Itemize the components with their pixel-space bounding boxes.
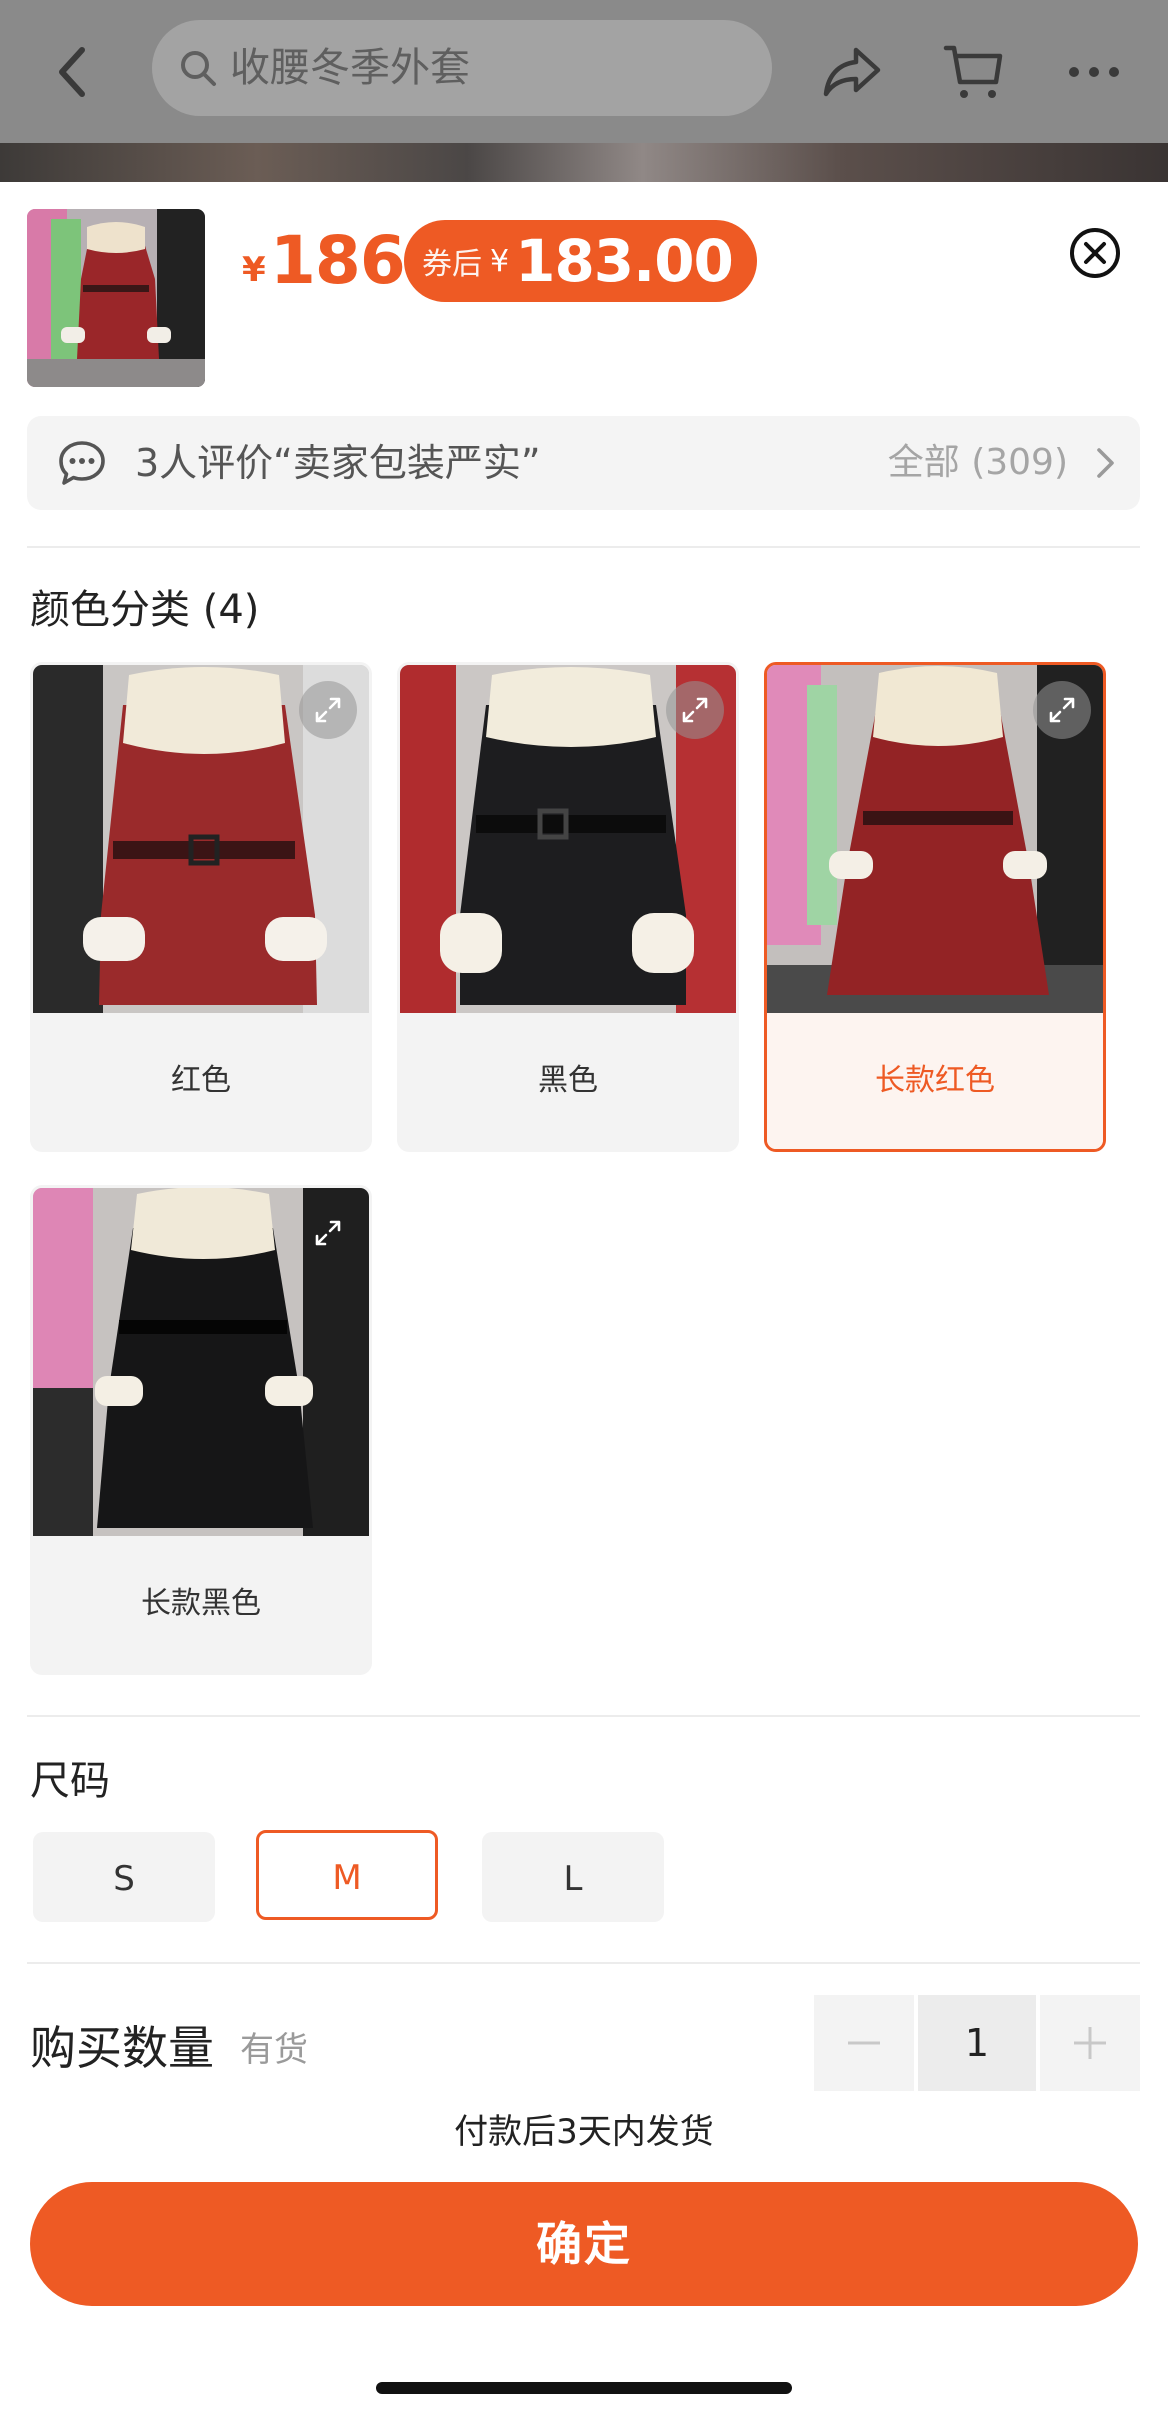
color-option-label: 红色	[33, 1013, 369, 1149]
price: 186	[270, 222, 406, 299]
close-icon[interactable]	[1068, 226, 1122, 280]
product-image-background	[0, 143, 1168, 183]
search-placeholder: 收腰冬季外套	[230, 45, 470, 91]
product-thumbnail[interactable]	[27, 209, 205, 387]
confirm-button[interactable]: 确定	[30, 2182, 1138, 2306]
divider	[27, 1962, 1140, 1964]
color-option-black[interactable]: 黑色	[397, 662, 739, 1152]
review-count-link[interactable]: 全部 (309)	[888, 416, 1068, 510]
search-icon	[181, 51, 216, 86]
minus-icon	[848, 2041, 880, 2045]
color-option-label: 长款黑色	[33, 1536, 369, 1672]
color-option-label: 长款红色	[767, 1013, 1103, 1149]
coupon-label: 券后	[422, 247, 482, 282]
page-header: 收腰冬季外套	[0, 0, 1168, 143]
color-option-long-red[interactable]: 长款红色	[764, 662, 1106, 1152]
coupon-price-badge: 券后 ¥ 183.00	[404, 220, 757, 302]
search-input[interactable]: 收腰冬季外套	[152, 20, 772, 116]
quantity-label: 购买数量	[30, 2021, 214, 2075]
expand-icon[interactable]	[299, 681, 357, 739]
color-section-title: 颜色分类 (4)	[30, 587, 260, 633]
shipping-note: 付款后3天内发货	[454, 2112, 714, 2152]
cart-icon[interactable]	[942, 40, 1006, 104]
stock-status: 有货	[240, 2030, 308, 2070]
chevron-right-icon	[1097, 448, 1114, 478]
coupon-price: 183.00	[515, 227, 734, 295]
expand-icon[interactable]	[1033, 681, 1091, 739]
size-option-s[interactable]: S	[33, 1832, 215, 1922]
increment-button[interactable]	[1040, 1995, 1140, 2091]
quantity-stepper: 1	[814, 1995, 1140, 2091]
color-option-label: 黑色	[400, 1013, 736, 1149]
expand-icon[interactable]	[666, 681, 724, 739]
decrement-button[interactable]	[814, 1995, 914, 2091]
size-option-m[interactable]: M	[256, 1830, 438, 1920]
back-icon[interactable]	[48, 42, 100, 102]
size-section-title: 尺码	[30, 1758, 110, 1804]
color-option-long-black[interactable]: 长款黑色	[30, 1185, 372, 1675]
home-indicator	[376, 2382, 792, 2394]
price-currency: ¥	[242, 250, 266, 290]
divider	[27, 1715, 1140, 1717]
review-summary-bar[interactable]: 3人评价“卖家包装严实” 全部 (309)	[27, 416, 1140, 510]
size-option-l[interactable]: L	[482, 1832, 664, 1922]
review-highlight: 3人评价“卖家包装严实”	[135, 441, 541, 485]
more-icon[interactable]	[1062, 40, 1126, 104]
expand-icon[interactable]	[299, 1204, 357, 1262]
quantity-value[interactable]: 1	[918, 1995, 1036, 2091]
share-icon[interactable]	[820, 40, 884, 104]
sku-selector-sheet: ¥ 186 券后 ¥ 183.00 3人评价“卖家包装严实” 全部 (309) …	[0, 182, 1168, 2412]
chat-bubble-icon	[59, 441, 105, 485]
divider	[27, 546, 1140, 548]
coupon-currency: ¥	[490, 243, 510, 279]
color-option-red[interactable]: 红色	[30, 662, 372, 1152]
plus-icon	[1074, 2027, 1106, 2059]
